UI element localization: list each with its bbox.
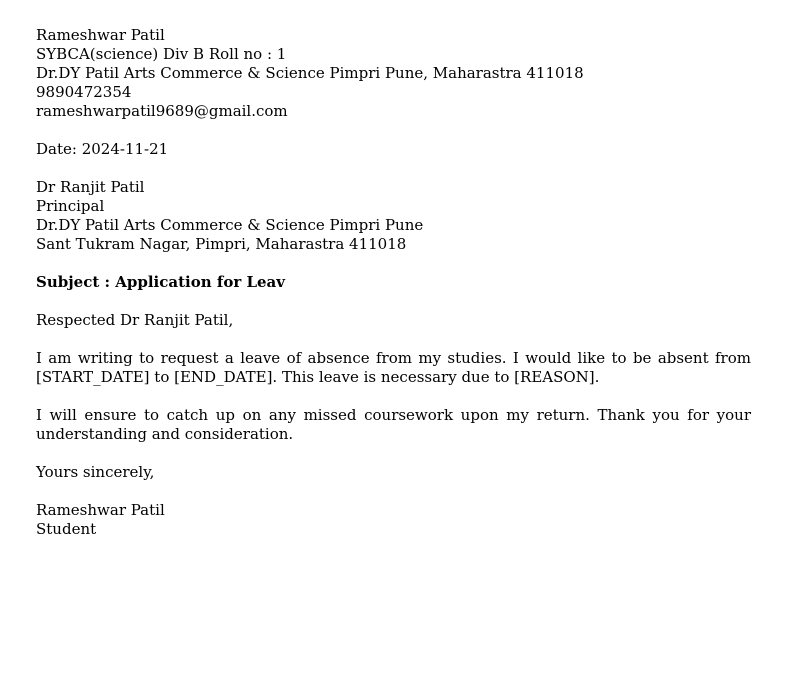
sender-name: Rameshwar Patil [36, 26, 165, 44]
sender-class-roll: SYBCA(science) Div B Roll no : 1 [36, 45, 287, 63]
body-paragraph-2: I will ensure to catch up on any missed … [36, 406, 751, 443]
recipient-title: Principal [36, 197, 105, 215]
recipient-college: Dr.DY Patil Arts Commerce & Science Pimp… [36, 216, 424, 234]
subject-block: Subject : Application for Leav [36, 273, 751, 292]
letter-salutation: Respected Dr Ranjit Patil, [36, 311, 234, 329]
sender-phone: 9890472354 [36, 83, 132, 101]
signature-block: Rameshwar Patil Student [36, 501, 751, 539]
recipient-address: Sant Tukram Nagar, Pimpri, Maharastra 41… [36, 235, 407, 253]
date-block: Date: 2024-11-21 [36, 140, 751, 159]
body-paragraph-1: I am writing to request a leave of absen… [36, 349, 751, 386]
recipient-name: Dr Ranjit Patil [36, 178, 145, 196]
closing-block: Yours sincerely, [36, 463, 751, 482]
recipient-block: Dr Ranjit Patil Principal Dr.DY Patil Ar… [36, 178, 751, 254]
letter-closing: Yours sincerely, [36, 463, 155, 481]
sender-college-address: Dr.DY Patil Arts Commerce & Science Pimp… [36, 64, 584, 82]
sender-email: rameshwarpatil9689@gmail.com [36, 102, 288, 120]
letter-document: Rameshwar Patil SYBCA(science) Div B Rol… [36, 26, 751, 558]
signature-role: Student [36, 520, 97, 538]
sender-block: Rameshwar Patil SYBCA(science) Div B Rol… [36, 26, 751, 121]
signature-name: Rameshwar Patil [36, 501, 165, 519]
letter-subject: Subject : Application for Leav [36, 273, 285, 291]
letter-date: Date: 2024-11-21 [36, 140, 169, 158]
salutation-block: Respected Dr Ranjit Patil, [36, 311, 751, 330]
